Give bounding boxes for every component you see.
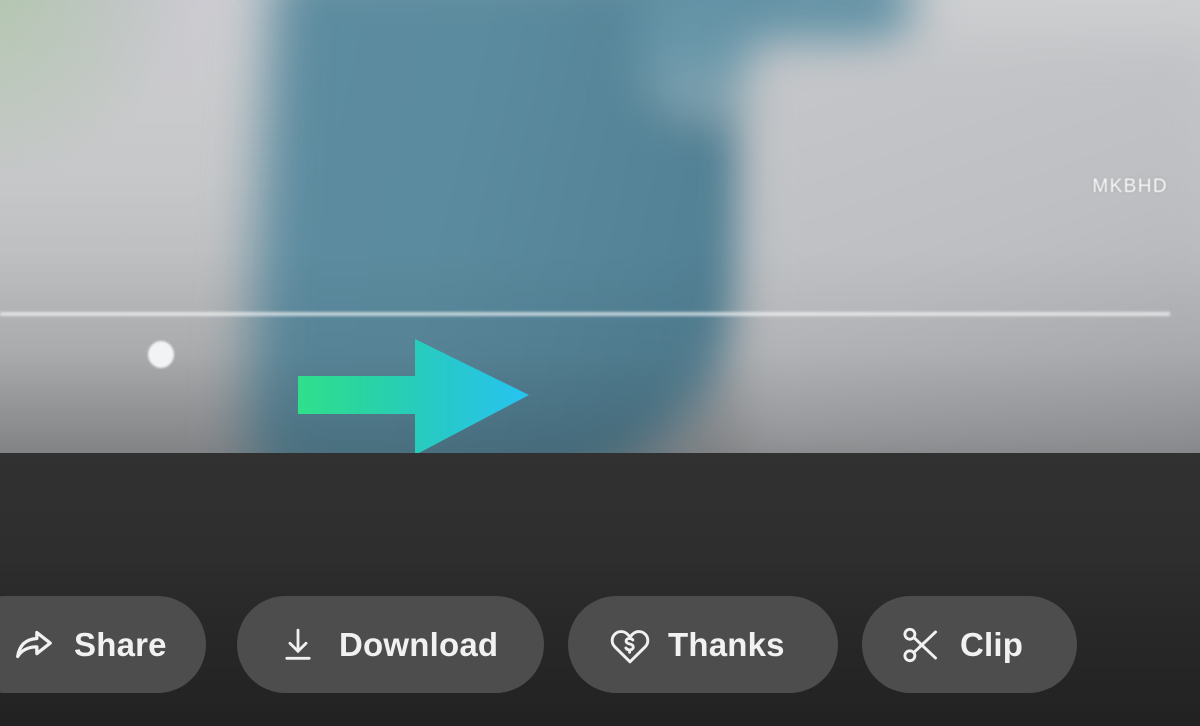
video-action-bar: Share Download Thanks Clip — [0, 596, 1200, 693]
share-button-label: Share — [74, 625, 167, 663]
clip-button-label: Clip — [960, 625, 1024, 663]
thanks-button[interactable]: Thanks — [568, 596, 838, 693]
video-player[interactable]: MKBHD — [0, 0, 1200, 453]
clip-button[interactable]: Clip — [862, 596, 1077, 693]
share-icon — [10, 622, 56, 668]
download-button[interactable]: Download — [237, 596, 544, 693]
player-controls — [0, 340, 1200, 440]
thanks-button-label: Thanks — [668, 625, 785, 663]
channel-watermark[interactable]: MKBHD — [1092, 176, 1168, 198]
download-button-label: Download — [339, 625, 499, 663]
scissors-icon — [898, 622, 944, 668]
progress-bar[interactable] — [0, 309, 1200, 318]
youtube-watch-page: MKBHD Share Download Thanks Clip — [0, 0, 1200, 726]
playback-handle[interactable] — [148, 341, 174, 368]
thanks-heart-dollar-icon — [606, 621, 654, 669]
progress-bar-track[interactable] — [0, 312, 1170, 316]
share-button[interactable]: Share — [0, 596, 206, 693]
download-icon — [277, 624, 319, 666]
